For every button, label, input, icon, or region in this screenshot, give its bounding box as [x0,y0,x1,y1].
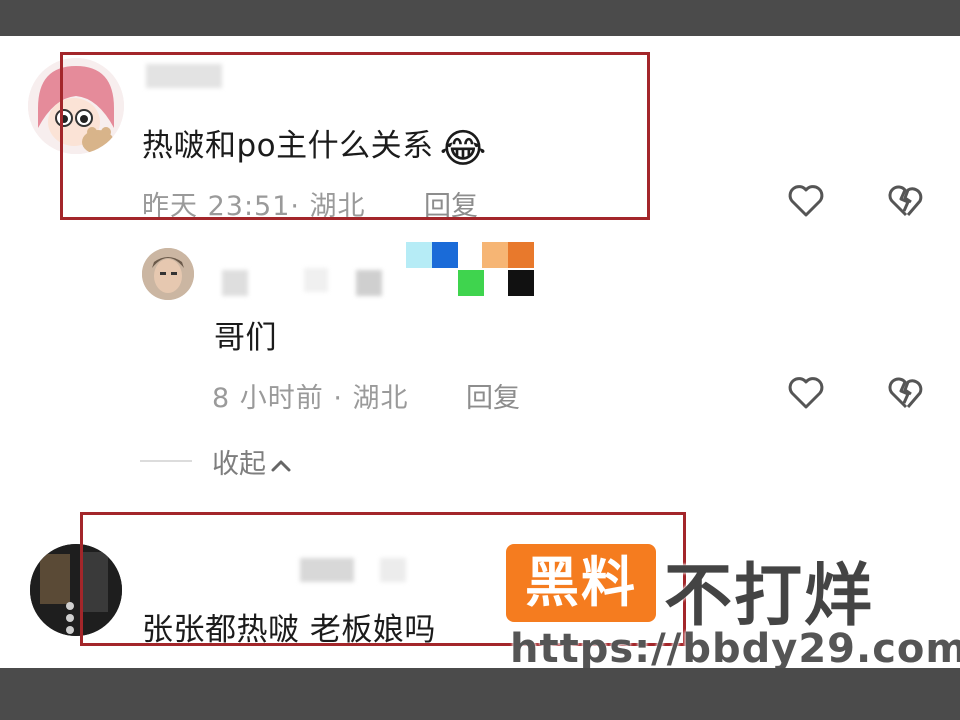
highlight-box-comment-1 [60,52,650,220]
broken-heart-icon[interactable] [886,180,926,220]
pixel-emoji-cyan [406,242,432,268]
reply-button-2[interactable]: 回复 [466,376,520,415]
broken-heart-icon[interactable] [886,372,926,412]
watermark-title: 不打烊 [664,557,875,636]
collapse-replies-button[interactable]: 收起 [212,442,292,481]
pixel-emoji-green [458,270,484,296]
username-blurred-2c [356,270,382,296]
heart-icon[interactable] [786,372,826,412]
watermark-url: https://bbdy29.com [510,626,960,668]
comment-section: 热啵和po主什么关系 😂 昨天 23:51· 湖北 回复 哥们 8 小时前 · 湖… [0,36,960,668]
heart-icon[interactable] [786,180,826,220]
pixel-emoji-peach [482,242,508,268]
username-blurred-2a [222,270,248,296]
chevron-up-icon [271,460,291,471]
username-blurred-2b [304,268,328,292]
pixel-emoji-orange [508,242,534,268]
pixel-emoji-blue [432,242,458,268]
watermark-badge: 黑料 [506,544,656,622]
avatar-commenter-2[interactable] [142,248,194,300]
comment-2-text: 哥们 [214,320,277,356]
collapse-divider [140,460,192,462]
bottom-bar [0,668,960,720]
pixel-emoji-black [508,270,534,296]
person-photo-avatar-image [142,248,194,300]
collapse-label: 收起 [212,449,266,480]
comment-2-timestamp-location: 8 小时前 · 湖北 [212,383,409,414]
top-bar [0,0,960,36]
